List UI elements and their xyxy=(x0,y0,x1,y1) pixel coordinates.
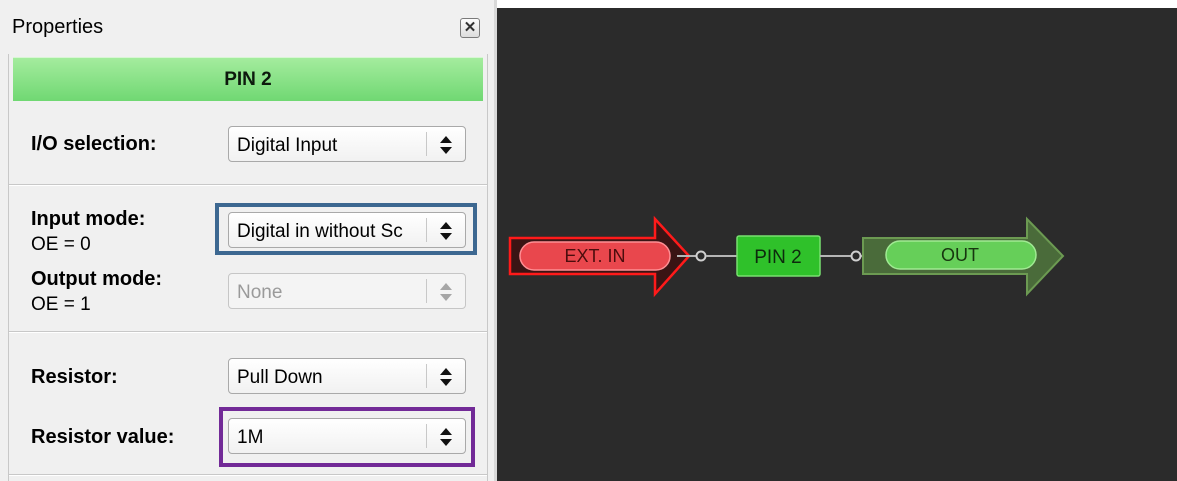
connector-node[interactable] xyxy=(850,250,862,262)
spin-arrows-icon xyxy=(440,368,452,386)
resistor-value-value: 1M xyxy=(237,427,264,448)
spin-arrows-icon xyxy=(440,222,452,240)
resistor-label: Resistor: xyxy=(31,366,118,388)
section-separator xyxy=(9,474,487,476)
output-mode-value: None xyxy=(237,282,283,303)
spin-arrows-icon xyxy=(440,428,452,446)
resistor-value-label: Resistor value: xyxy=(31,426,175,448)
input-mode-oe-label: OE = 0 xyxy=(31,234,91,255)
io-selection-label: I/O selection: xyxy=(31,133,157,155)
section-separator xyxy=(9,184,487,186)
combo-divider xyxy=(426,218,427,242)
out-block[interactable]: OUT xyxy=(862,216,1065,297)
io-selection-dropdown[interactable]: Digital Input xyxy=(228,126,466,162)
output-mode-oe-label: OE = 1 xyxy=(31,294,91,315)
pin-block[interactable]: PIN 2 xyxy=(736,235,821,277)
combo-divider xyxy=(426,364,427,388)
resistor-value-dropdown[interactable]: 1M xyxy=(228,418,466,454)
combo-divider xyxy=(426,424,427,448)
properties-panel: Properties ✕ PIN 2 I/O selection: Digita… xyxy=(0,0,494,481)
pin-header-label: PIN 2 xyxy=(224,69,272,90)
panel-body: PIN 2 I/O selection: Digital Input Input… xyxy=(8,54,488,481)
output-mode-label: Output mode: xyxy=(31,268,163,290)
io-selection-value: Digital Input xyxy=(237,135,338,156)
input-mode-value: Digital in without Sc xyxy=(237,221,403,242)
input-mode-label: Input mode: xyxy=(31,208,146,230)
combo-divider xyxy=(426,279,427,303)
section-separator xyxy=(9,331,487,333)
output-mode-dropdown: None xyxy=(228,273,466,309)
resistor-value: Pull Down xyxy=(237,367,323,388)
schematic-canvas[interactable]: EXT. IN PIN 2 OUT xyxy=(497,8,1177,481)
connector-node[interactable] xyxy=(695,250,707,262)
resistor-dropdown[interactable]: Pull Down xyxy=(228,358,466,394)
spin-arrows-icon xyxy=(440,136,452,154)
spin-arrows-icon xyxy=(440,283,452,301)
close-icon[interactable]: ✕ xyxy=(460,18,480,38)
schematic-diagram: EXT. IN PIN 2 OUT xyxy=(508,215,1065,298)
pin-header-bar: PIN 2 xyxy=(13,57,483,101)
input-mode-dropdown[interactable]: Digital in without Sc xyxy=(228,212,466,248)
ext-in-label: EXT. IN xyxy=(564,246,625,266)
out-label: OUT xyxy=(941,245,979,265)
panel-header: Properties ✕ xyxy=(0,8,494,48)
panel-title: Properties xyxy=(12,16,104,38)
ext-in-block[interactable]: EXT. IN xyxy=(508,215,691,298)
combo-divider xyxy=(426,132,427,156)
pin-block-label: PIN 2 xyxy=(754,247,802,268)
